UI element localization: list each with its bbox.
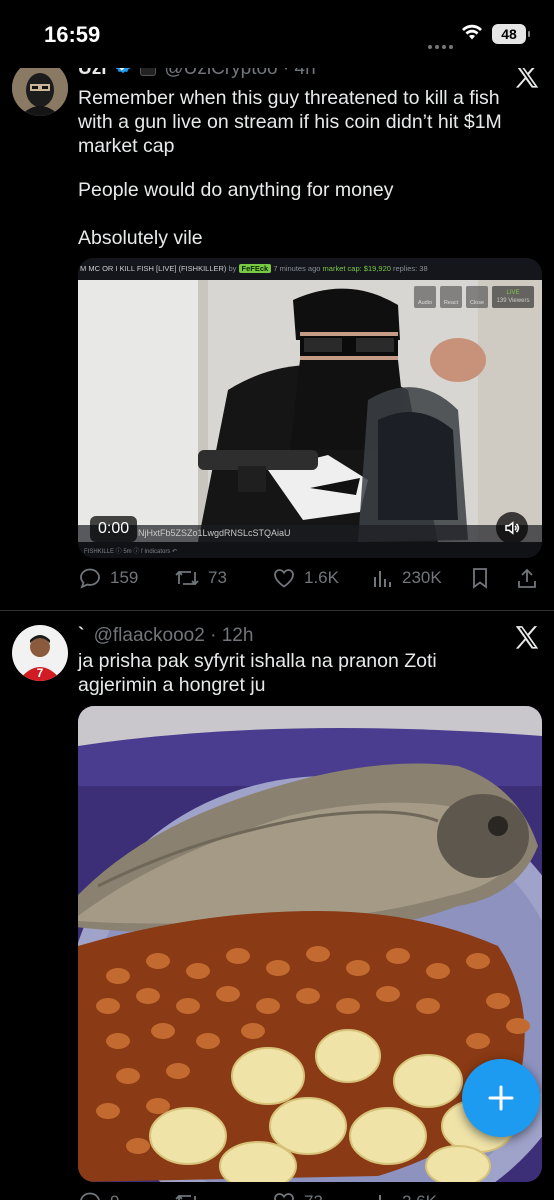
stream-user-badge: FeFEck: [238, 264, 272, 273]
stream-title: M MC OR I KILL FISH [LIVE] (FISHKILLER): [80, 264, 227, 273]
live-label: LIVE: [506, 290, 520, 296]
stream-live-badge: LIVE 139 Viewers: [492, 286, 534, 308]
tweet-text-line-3: Absolutely vile: [78, 227, 203, 249]
like-icon: [274, 1193, 294, 1200]
like-count: 1.6K: [304, 568, 339, 587]
viewer-count: 139 Viewers: [496, 298, 530, 304]
bookmark-button[interactable]: [470, 566, 490, 590]
views-icon: [379, 1195, 381, 1200]
reply-count: 9: [110, 1192, 119, 1200]
stream-by: by: [228, 264, 237, 273]
reply-icon: [80, 1192, 100, 1200]
mute-icon: [505, 521, 520, 535]
retweet-button[interactable]: 73: [174, 566, 227, 590]
view-count: 230K: [402, 568, 442, 587]
share-button[interactable]: [516, 566, 538, 590]
share-icon: [518, 568, 536, 588]
reply-button[interactable]: 9: [78, 1190, 119, 1200]
reply-count: 159: [110, 568, 139, 587]
plus-icon: [488, 1085, 514, 1111]
status-time: 16:59: [44, 22, 101, 47]
retweet-count: 73: [208, 568, 227, 587]
tweet-actions: 9 73 2.6K: [78, 1190, 542, 1200]
stream-bottom-bar: FISHKILLE ⓘ 5m ⓘ f Indicators ↶: [78, 542, 542, 558]
author-name[interactable]: `: [78, 625, 84, 646]
svg-text:7: 7: [37, 666, 44, 680]
compose-tweet-button[interactable]: [462, 1059, 540, 1137]
view-count: 2.6K: [402, 1192, 437, 1200]
tweet-header: ` @flaackooo2 · 12h: [78, 625, 253, 647]
avatar[interactable]: [12, 60, 68, 116]
stream-age: 7 minutes ago: [273, 264, 321, 273]
tweet-text: Remember when this guy threatened to kil…: [78, 87, 502, 157]
stream-controls: Audio React Close LIVE 139 Viewers: [414, 286, 534, 308]
tweet-time[interactable]: · 12h: [210, 625, 253, 646]
tweet-text: ja prisha pak syfyrit ishalla na pranon …: [78, 650, 437, 696]
retweet-icon: [175, 570, 199, 586]
retweet-button[interactable]: [174, 1190, 208, 1200]
like-count: 73: [304, 1192, 323, 1200]
stream-market-cap: market cap: $19,920: [322, 264, 391, 273]
reply-icon: [80, 568, 100, 589]
video-player[interactable]: M MC OR I KILL FISH [LIVE] (FISHKILLER) …: [78, 258, 542, 558]
avatar[interactable]: 7: [12, 625, 68, 681]
views-button[interactable]: 2.6K: [372, 1190, 437, 1200]
signal-dots-icon: [428, 36, 456, 54]
stream-audio-button[interactable]: Audio: [414, 286, 436, 308]
contract-address: NjHxtFb5ZSZo1LwgdRNSLcSTQAiaU: [138, 528, 291, 538]
tweet[interactable]: Uzi @UziCryptoo · 4h Remember when this …: [0, 0, 554, 610]
like-button[interactable]: 1.6K: [272, 566, 339, 590]
like-icon: [274, 569, 294, 588]
wifi-icon: [462, 24, 482, 40]
author-handle[interactable]: @flaackooo2: [94, 625, 205, 646]
tweet-actions: 159 73 1.6K 230K: [78, 566, 542, 596]
stream-title-bar: M MC OR I KILL FISH [LIVE] (FISHKILLER) …: [78, 258, 542, 280]
battery-indicator: 48: [492, 24, 530, 44]
stream-replies: replies: 38: [393, 264, 428, 273]
tweet-text-line-2: People would do anything for money: [78, 179, 394, 201]
video-timestamp: 0:00: [90, 516, 138, 542]
bookmark-icon: [473, 568, 487, 589]
reply-button[interactable]: 159: [78, 566, 138, 590]
stream-react-button[interactable]: React: [440, 286, 462, 308]
stream-close-button[interactable]: Close: [466, 286, 488, 308]
video-frame: [78, 280, 542, 542]
mute-button[interactable]: [496, 512, 528, 544]
views-button[interactable]: 230K: [372, 566, 442, 590]
like-button[interactable]: 73: [272, 1190, 323, 1200]
views-icon: [374, 571, 391, 587]
status-bar: 16:59 48: [0, 0, 554, 68]
retweet-icon: [175, 1194, 196, 1200]
